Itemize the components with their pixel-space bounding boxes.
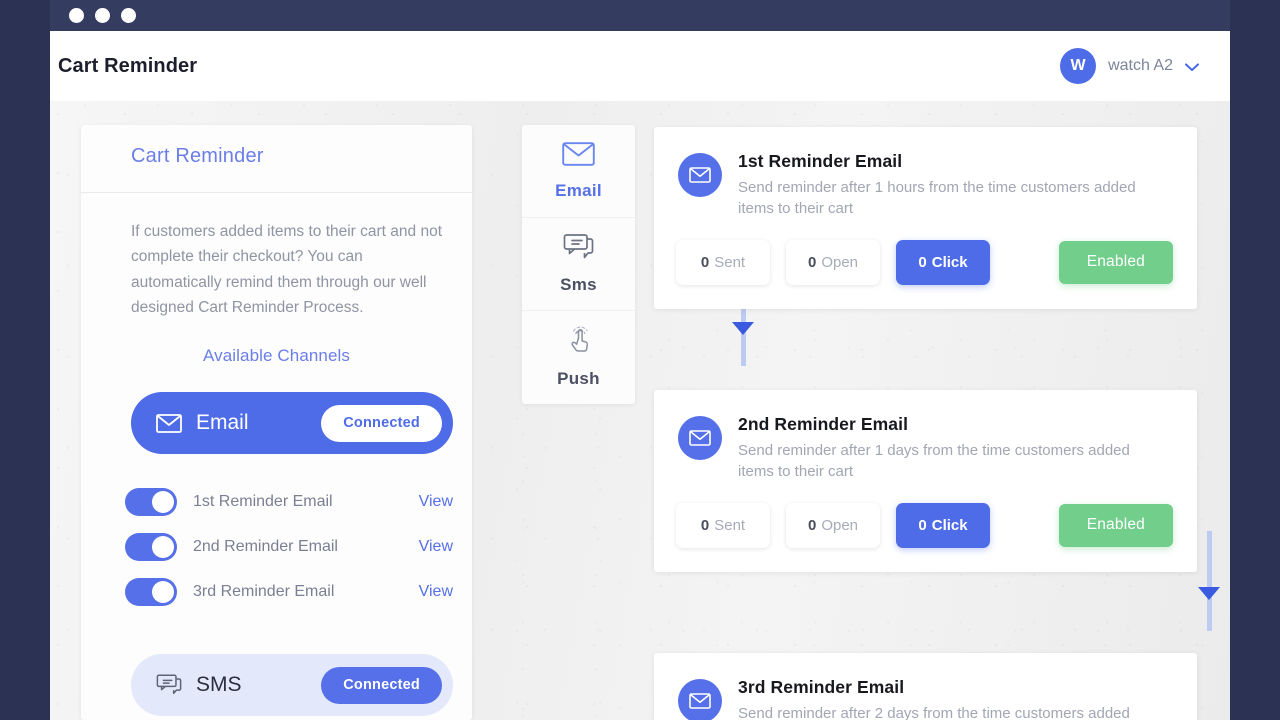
stat-label: Sent — [714, 253, 746, 271]
toggle-3rd-reminder[interactable] — [125, 577, 177, 606]
reminder-flow: 1st Reminder Email Send reminder after 1… — [654, 101, 1230, 720]
toggle-knob — [152, 580, 174, 603]
chevron-down-icon[interactable] — [1184, 61, 1200, 74]
info-panel-description: If customers added items to their cart a… — [131, 223, 443, 316]
tab-push[interactable]: Push — [522, 311, 635, 404]
tab-label-email: Email — [555, 180, 602, 200]
envelope-icon — [562, 141, 595, 171]
card-header: 3rd Reminder Email Send reminder after 2… — [654, 677, 1197, 720]
card-title: 1st Reminder Email — [738, 151, 903, 171]
card-stats: 0 Sent 0 Open 0 Click Enabled — [654, 220, 1197, 309]
stat-value: 0 — [918, 253, 927, 271]
stat-click[interactable]: 0 Click — [896, 239, 990, 285]
browser-window: Cart Reminder W watch A2 Cart Reminder I… — [50, 0, 1230, 720]
stat-label: Open — [821, 253, 859, 271]
window-titlebar — [50, 0, 1230, 31]
toggle-1st-reminder[interactable] — [125, 487, 177, 516]
flow-card-3rd-reminder[interactable]: 3rd Reminder Email Send reminder after 2… — [654, 653, 1197, 720]
available-channels-label: Available Channels — [202, 346, 351, 365]
stat-click[interactable]: 0 Click — [896, 502, 990, 548]
list-item: 2nd Reminder Email View — [125, 524, 453, 569]
envelope-icon — [678, 153, 722, 197]
reminder-label: 3rd Reminder Email — [193, 582, 335, 600]
stat-value: 0 — [807, 253, 817, 271]
card-text: 1st Reminder Email Send reminder after 1… — [738, 151, 1148, 220]
flow-card-2nd-reminder[interactable]: 2nd Reminder Email Send reminder after 1… — [654, 390, 1197, 572]
envelope-icon — [678, 416, 722, 460]
tab-sms[interactable]: Sms — [522, 218, 635, 311]
channel-status-email[interactable]: Connected — [321, 404, 442, 442]
flow-arrow-1 — [732, 322, 754, 335]
reminder-toggle-list: 1st Reminder Email View 2nd Reminder Ema… — [81, 479, 472, 614]
card-description: Send reminder after 1 hours from the tim… — [738, 179, 1136, 218]
channel-status-sms[interactable]: Connected — [321, 666, 442, 704]
stat-label: Click — [931, 253, 968, 271]
user-name: watch A2 — [1108, 57, 1173, 74]
info-panel: Cart Reminder If customers added items t… — [81, 125, 472, 720]
card-description: Send reminder after 2 days from the time… — [738, 705, 1130, 720]
flow-card-1st-reminder[interactable]: 1st Reminder Email Send reminder after 1… — [654, 127, 1197, 309]
avatar: W — [1060, 48, 1097, 84]
stat-value: 0 — [700, 253, 710, 271]
status-badge-enabled-2[interactable]: Enabled — [1058, 503, 1173, 547]
reminder-label: 1st Reminder Email — [193, 492, 333, 510]
tab-label-push: Push — [557, 369, 600, 388]
envelope-icon — [156, 413, 182, 433]
tab-label-sms: Sms — [560, 275, 597, 294]
tap-hand-icon — [564, 326, 594, 359]
list-item: 3rd Reminder Email View — [125, 569, 453, 614]
app-header: Cart Reminder W watch A2 — [50, 31, 1230, 101]
channel-pill-sms[interactable]: SMS Connected — [131, 654, 453, 716]
list-item: 1st Reminder Email View — [125, 479, 453, 524]
window-maximize-dot[interactable] — [121, 8, 136, 23]
channel-name-email: Email — [196, 411, 249, 434]
window-minimize-dot[interactable] — [95, 8, 110, 23]
card-title: 3rd Reminder Email — [738, 677, 905, 697]
envelope-icon — [678, 679, 722, 720]
stat-open[interactable]: 0 Open — [786, 239, 880, 285]
stat-label: Sent — [714, 516, 746, 534]
card-description: Send reminder after 1 days from the time… — [738, 442, 1130, 481]
channel-tab-strip: Email Sms Push — [522, 125, 635, 404]
chat-bubbles-icon — [563, 233, 595, 265]
stat-value: 0 — [700, 516, 710, 534]
stat-sent[interactable]: 0 Sent — [676, 239, 770, 285]
card-text: 3rd Reminder Email Send reminder after 2… — [738, 677, 1148, 720]
stat-value: 0 — [807, 516, 817, 534]
card-title: 2nd Reminder Email — [738, 414, 909, 434]
window-close-dot[interactable] — [69, 8, 84, 23]
chat-bubbles-icon — [156, 673, 182, 697]
view-link-2nd-reminder[interactable]: View — [419, 538, 453, 556]
card-header: 1st Reminder Email Send reminder after 1… — [654, 151, 1197, 220]
reminder-label: 2nd Reminder Email — [193, 537, 338, 555]
channel-pill-email[interactable]: Email Connected — [131, 392, 453, 454]
card-stats: 0 Sent 0 Open 0 Click Enabled — [654, 483, 1197, 572]
toggle-2nd-reminder[interactable] — [125, 532, 177, 561]
toggle-knob — [152, 490, 174, 513]
user-menu[interactable]: W watch A2 — [1060, 48, 1200, 84]
stat-open[interactable]: 0 Open — [786, 502, 880, 548]
status-badge-enabled-1[interactable]: Enabled — [1058, 240, 1173, 284]
app-body: Cart Reminder If customers added items t… — [50, 101, 1230, 720]
view-link-1st-reminder[interactable]: View — [419, 493, 453, 511]
channel-name-sms: SMS — [196, 673, 242, 696]
page-title: Cart Reminder — [58, 54, 198, 77]
stat-value: 0 — [918, 516, 927, 534]
flow-connector-2 — [1207, 531, 1212, 631]
card-text: 2nd Reminder Email Send reminder after 1… — [738, 414, 1148, 483]
flow-arrow-2 — [1198, 587, 1220, 600]
stat-label: Open — [821, 516, 859, 534]
tab-email[interactable]: Email — [522, 125, 635, 218]
info-panel-title: Cart Reminder — [131, 145, 264, 167]
card-header: 2nd Reminder Email Send reminder after 1… — [654, 414, 1197, 483]
stat-label: Click — [931, 516, 968, 534]
stat-sent[interactable]: 0 Sent — [676, 502, 770, 548]
toggle-knob — [152, 535, 174, 558]
view-link-3rd-reminder[interactable]: View — [419, 583, 453, 601]
